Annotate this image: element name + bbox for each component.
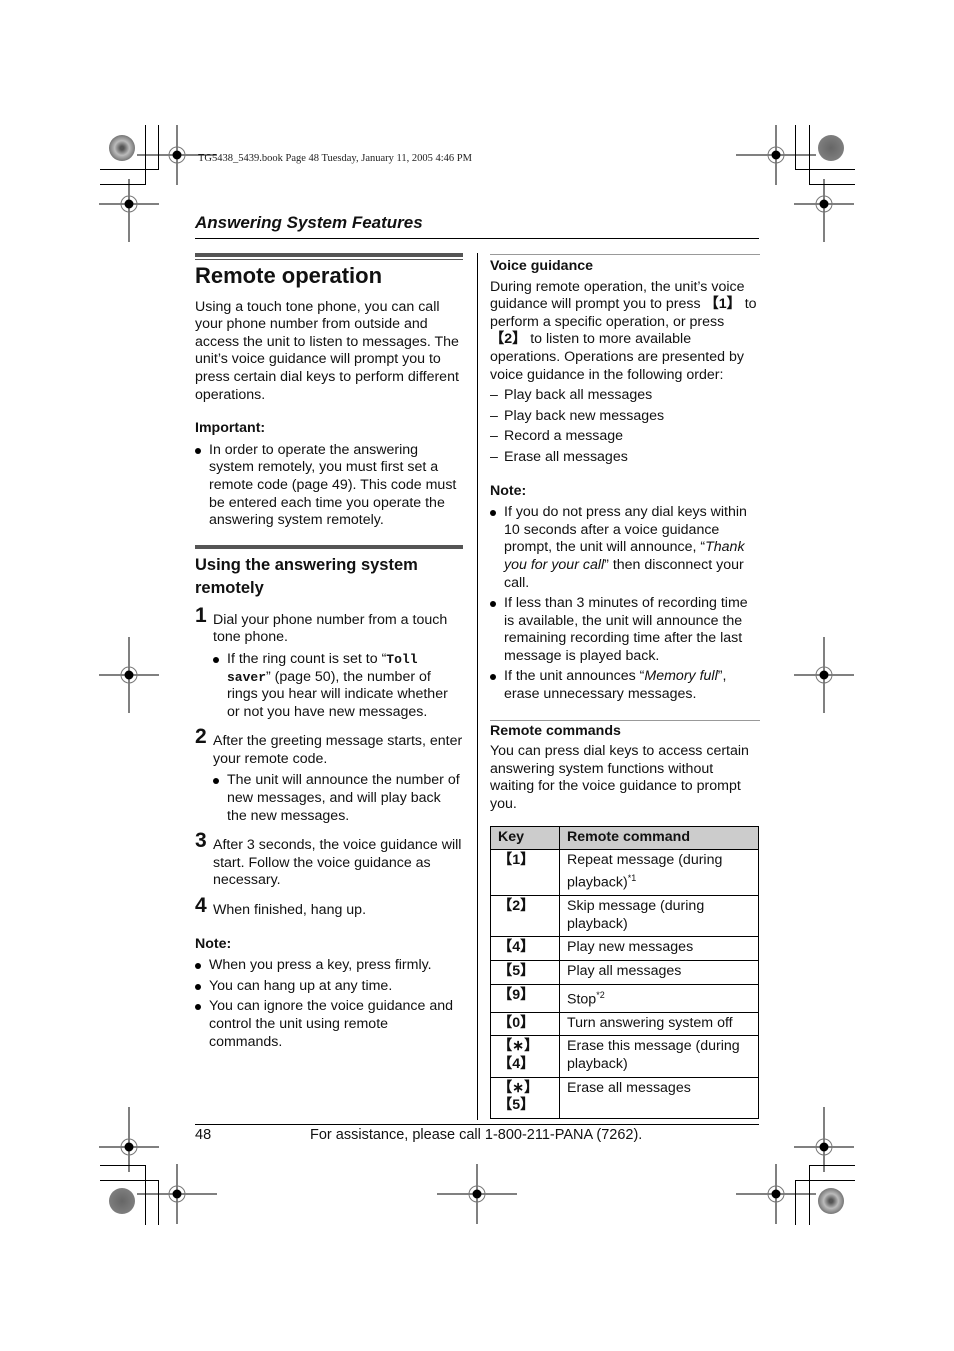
voice-guidance-text: During remote operation, the unit’s voic…: [490, 278, 757, 383]
command-cell: Play new messages: [559, 936, 759, 961]
step-4: 4 When finished, hang up.: [195, 894, 367, 919]
note-item: If you do not press any dial keys within…: [490, 504, 760, 592]
bullet-icon: [490, 674, 496, 681]
subsection-bar: [195, 544, 463, 549]
remote-commands-intro: You can press dial keys to access certai…: [490, 743, 749, 813]
command-cell: Skip message (during playback): [559, 895, 759, 938]
key-cell: 【1】: [490, 849, 560, 897]
key-cell: 【0】: [490, 1011, 560, 1037]
table-row: 【9】 Stop*2: [490, 983, 759, 1013]
table-row: 【0】 Turn answering system off: [490, 1011, 759, 1037]
section-header: Answering System Features: [195, 213, 423, 232]
bullet-icon: [490, 601, 496, 608]
order-item: – Play back new messages: [490, 407, 665, 424]
page-number: 48: [195, 1127, 212, 1143]
voice-guidance-heading: Voice guidance: [490, 258, 594, 274]
page-title: Remote operation: [195, 263, 383, 288]
table-row: 【4】 Play new messages: [490, 936, 759, 961]
key-cell: 【∗】【4】: [490, 1035, 560, 1078]
step-bullet: The unit will announce the number of new…: [213, 772, 463, 825]
note-label: Note:: [195, 935, 232, 952]
header-rule: [195, 238, 759, 239]
key-cell: 【∗】【5】: [490, 1076, 560, 1119]
table-row: 【5】 Play all messages: [490, 959, 759, 985]
table-header-row: Key Remote command: [490, 825, 759, 851]
table-row: 【1】 Repeat message (during playback)*1: [490, 849, 759, 897]
bullet-icon: [195, 983, 201, 990]
column-divider: [477, 253, 478, 1120]
footer-rule: [195, 1124, 759, 1125]
step-bullet: If the ring count is set to “Toll saver”…: [213, 651, 463, 721]
column-header-command: Remote command: [559, 825, 759, 851]
note-item: When you press a key, press firmly.: [195, 957, 463, 975]
subheading: Using the answering system remotely: [195, 555, 418, 597]
step-3: 3 After 3 seconds, the voice guidance wi…: [195, 829, 462, 889]
command-cell: Erase this message (during playback): [559, 1035, 759, 1078]
order-item: – Erase all messages: [490, 448, 628, 465]
key-cell: 【4】: [490, 936, 560, 961]
column-header-key: Key: [490, 825, 560, 851]
note-item: If less than 3 minutes of recording time…: [490, 595, 760, 665]
assistance-text: For assistance, please call 1-800-211-PA…: [310, 1127, 643, 1143]
key-cell: 【9】: [490, 983, 560, 1013]
bullet-icon: [195, 447, 201, 454]
key-cell: 【2】: [490, 895, 560, 938]
footnote-ref: *1: [627, 872, 637, 883]
footnote-ref: *2: [596, 989, 605, 1000]
remote-commands-table: Key Remote command 【1】 Repeat message (du…: [490, 825, 759, 1119]
bullet-icon: [195, 963, 201, 970]
command-cell: Turn answering system off: [559, 1011, 759, 1037]
note-label: Note:: [490, 482, 527, 499]
note-item: You can hang up at any time.: [195, 978, 463, 996]
note-item: You can ignore the voice guidance and co…: [195, 998, 463, 1051]
command-cell: Stop*2: [559, 983, 759, 1013]
command-cell: Play all messages: [559, 959, 759, 985]
table-row: 【∗】【5】 Erase all messages: [490, 1076, 759, 1119]
table-row: 【2】 Skip message (during playback): [490, 895, 759, 938]
remote-separator: [490, 719, 760, 721]
note-item: If the unit announces “Memory full”, era…: [490, 668, 760, 703]
table-row: 【∗】【4】 Erase this message (during playbac…: [490, 1035, 759, 1078]
order-item: – Record a message: [490, 428, 624, 445]
left-column: Remote operation Using a touch tone phon…: [195, 253, 463, 1051]
bullet-icon: [213, 778, 219, 785]
right-column: Voice guidance During remote operation, …: [490, 254, 760, 1119]
important-item: In order to operate the answering system…: [195, 442, 463, 530]
print-info: TG5438_5439.book Page 48 Tuesday, Januar…: [198, 153, 472, 164]
step-2: 2 After the greeting message starts, ent…: [195, 725, 463, 825]
step-1: 1 Dial your phone number from a touch to…: [195, 605, 463, 722]
order-item: – Play back all messages: [490, 387, 653, 404]
remote-commands-heading: Remote commands: [490, 722, 621, 739]
title-bar: [195, 253, 463, 257]
command-cell: Repeat message (during playback)*1: [559, 849, 759, 897]
bullet-icon: [195, 1004, 201, 1011]
important-label: Important:: [195, 420, 266, 437]
bullet-icon: [213, 656, 219, 663]
bullet-icon: [490, 510, 496, 517]
key-cell: 【5】: [490, 959, 560, 985]
intro-text: Using a touch tone phone, you can call y…: [195, 298, 459, 403]
voice-separator: [490, 254, 760, 255]
command-cell: Erase all messages: [559, 1076, 759, 1119]
